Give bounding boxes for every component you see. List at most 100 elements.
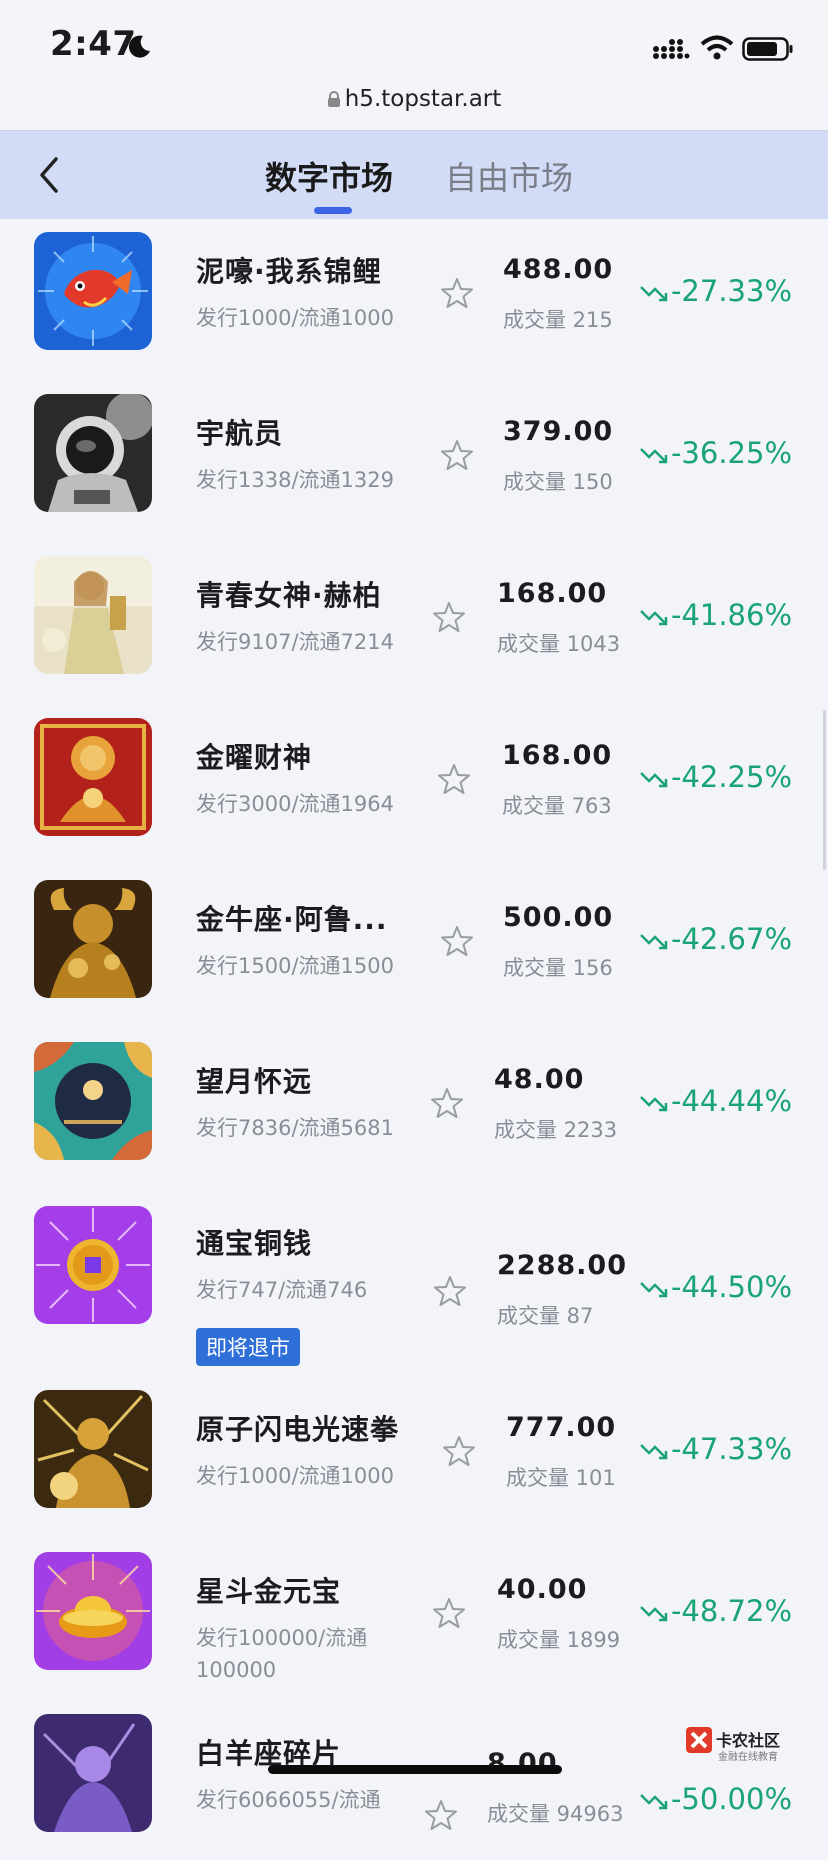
item-name: 青春女神·赫柏 xyxy=(196,579,382,612)
item-change: -48.72% xyxy=(639,1594,792,1628)
item-change-value: -42.25% xyxy=(670,760,792,794)
item-change: -41.86% xyxy=(639,598,792,632)
trend-down-icon xyxy=(640,610,668,626)
item-change-value: -41.86% xyxy=(670,598,792,632)
list-item[interactable]: 金牛座·阿鲁... 发行1500/流通1500 500.00 成交量 156 -… xyxy=(0,864,828,1026)
item-change: -44.50% xyxy=(639,1270,792,1304)
nft-thumbnail xyxy=(34,1714,152,1832)
star-icon[interactable] xyxy=(424,1798,458,1832)
market-list: 泥嚎·我系锦鲤 发行1000/流通1000 488.00 成交量 215 -27… xyxy=(0,218,828,1838)
nft-thumbnail xyxy=(34,1552,152,1670)
item-supply: 发行3000/流通1964 xyxy=(196,792,394,816)
nft-thumbnail xyxy=(34,394,152,512)
item-supply: 发行6066055/流通 xyxy=(196,1788,381,1812)
list-item[interactable]: 泥嚎·我系锦鲤 发行1000/流通1000 488.00 成交量 215 -27… xyxy=(0,216,828,378)
item-supply: 发行9107/流通7214 xyxy=(196,630,394,654)
cellular-signal-icon xyxy=(653,39,690,59)
nft-thumbnail xyxy=(34,880,152,998)
item-price: 168.00 xyxy=(497,578,608,609)
item-price: 379.00 xyxy=(503,416,614,447)
item-volume: 成交量 2233 xyxy=(494,1118,618,1142)
star-icon[interactable] xyxy=(440,438,474,472)
list-item[interactable]: 通宝铜钱 发行747/流通746 即将退市 2288.00 成交量 87 -44… xyxy=(0,1188,828,1366)
nft-thumbnail xyxy=(34,718,152,836)
nft-thumbnail xyxy=(34,1206,152,1324)
item-price: 500.00 xyxy=(503,902,614,933)
star-icon[interactable] xyxy=(432,1596,466,1630)
item-volume: 成交量 101 xyxy=(506,1466,616,1490)
item-name: 星斗金元宝 xyxy=(196,1575,342,1608)
item-price: 8.00 xyxy=(487,1748,558,1779)
item-name: 望月怀远 xyxy=(196,1065,313,1098)
star-icon[interactable] xyxy=(433,1274,467,1308)
tab-digital-market[interactable]: 数字市场 xyxy=(265,153,393,199)
back-arrow-icon[interactable] xyxy=(34,153,66,197)
item-volume: 成交量 763 xyxy=(502,794,612,818)
item-name: 泥嚎·我系锦鲤 xyxy=(196,255,382,288)
item-change: -42.67% xyxy=(639,922,792,956)
item-change: -36.25% xyxy=(639,436,792,470)
wifi-icon xyxy=(700,35,734,60)
item-supply: 发行1000/流通1000 xyxy=(196,1464,394,1488)
trend-down-icon xyxy=(640,934,668,950)
star-icon[interactable] xyxy=(432,600,466,634)
item-name: 宇航员 xyxy=(196,417,284,450)
scrollbar[interactable] xyxy=(823,710,826,870)
list-item[interactable]: 青春女神·赫柏 发行9107/流通7214 168.00 成交量 1043 -4… xyxy=(0,540,828,702)
list-item[interactable]: 望月怀远 发行7836/流通5681 48.00 成交量 2233 -44.44… xyxy=(0,1026,828,1188)
moon-icon xyxy=(128,35,150,58)
item-name: 通宝铜钱 xyxy=(196,1227,313,1260)
list-item[interactable]: 宇航员 发行1338/流通1329 379.00 成交量 150 -36.25% xyxy=(0,378,828,540)
star-icon[interactable] xyxy=(437,762,471,796)
star-icon[interactable] xyxy=(440,276,474,310)
browser-url-bar[interactable]: h5.topstar.art xyxy=(0,86,828,112)
item-change: -50.00% xyxy=(639,1782,792,1816)
item-name: 原子闪电光速拳 xyxy=(196,1413,400,1446)
battery-icon xyxy=(742,37,793,61)
item-change: -44.44% xyxy=(639,1084,792,1118)
lock-icon xyxy=(327,91,340,107)
nft-thumbnail xyxy=(34,556,152,674)
item-name: 金牛座·阿鲁... xyxy=(196,903,388,936)
item-volume: 成交量 150 xyxy=(503,470,613,494)
trend-down-icon xyxy=(640,1606,668,1622)
trend-down-icon xyxy=(640,1794,668,1810)
item-change-value: -47.33% xyxy=(670,1432,792,1466)
nft-thumbnail xyxy=(34,1042,152,1160)
trend-down-icon xyxy=(640,1096,668,1112)
tab-free-market[interactable]: 自由市场 xyxy=(445,153,573,199)
item-supply: 发行1338/流通1329 xyxy=(196,468,394,492)
item-change-value: -50.00% xyxy=(670,1782,792,1816)
active-tab-indicator xyxy=(314,207,352,214)
item-volume: 成交量 94963 xyxy=(487,1802,624,1826)
item-price: 488.00 xyxy=(503,254,614,285)
status-bar: 2:47 h5.topstar.art xyxy=(0,0,828,112)
item-price: 168.00 xyxy=(502,740,613,771)
item-price: 2288.00 xyxy=(497,1250,627,1281)
item-price: 777.00 xyxy=(506,1412,617,1443)
trend-down-icon xyxy=(640,448,668,464)
trend-down-icon xyxy=(640,1444,668,1460)
nft-thumbnail xyxy=(34,1390,152,1508)
trend-down-icon xyxy=(640,772,668,788)
list-item[interactable]: 原子闪电光速拳 发行1000/流通1000 777.00 成交量 101 -47… xyxy=(0,1374,828,1536)
item-change-value: -27.33% xyxy=(670,274,792,308)
list-item[interactable]: 星斗金元宝 发行100000/流通100000 40.00 成交量 1899 -… xyxy=(0,1536,828,1698)
item-change-value: -36.25% xyxy=(670,436,792,470)
item-change-value: -44.44% xyxy=(670,1084,792,1118)
star-icon[interactable] xyxy=(440,924,474,958)
item-supply: 发行1500/流通1500 xyxy=(196,954,394,978)
item-change: -47.33% xyxy=(639,1432,792,1466)
star-icon[interactable] xyxy=(430,1086,464,1120)
delisting-badge: 即将退市 xyxy=(196,1328,300,1366)
list-item[interactable]: 金曜财神 发行3000/流通1964 168.00 成交量 763 -42.25… xyxy=(0,702,828,864)
nft-thumbnail xyxy=(34,232,152,350)
item-supply: 发行100000/流通100000 xyxy=(196,1626,368,1682)
home-indicator[interactable] xyxy=(268,1765,562,1774)
star-icon[interactable] xyxy=(442,1434,476,1468)
item-price: 48.00 xyxy=(494,1064,585,1095)
item-volume: 成交量 215 xyxy=(503,308,613,332)
url-text: h5.topstar.art xyxy=(344,86,502,112)
item-price: 40.00 xyxy=(497,1574,588,1605)
item-change-value: -42.67% xyxy=(670,922,792,956)
